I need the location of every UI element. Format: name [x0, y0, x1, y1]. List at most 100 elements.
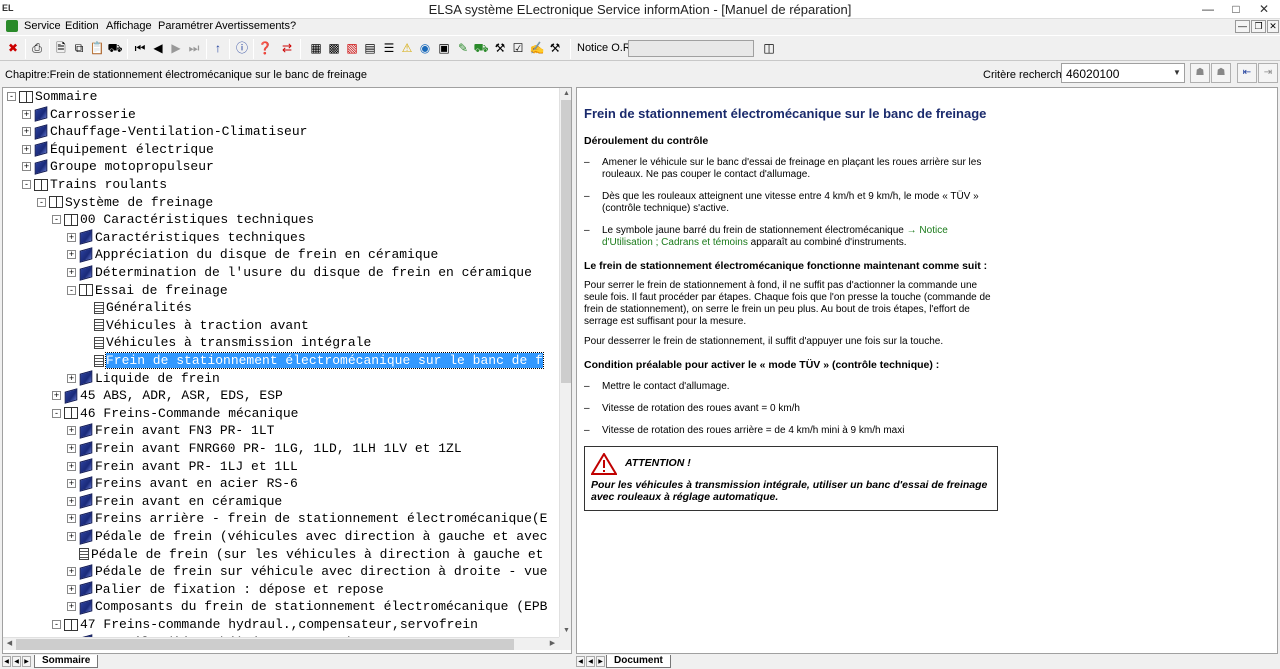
search-prev-icon[interactable]: ☗: [1190, 63, 1210, 83]
expand-icon[interactable]: +: [67, 496, 76, 506]
scroll-up-icon[interactable]: ▲: [560, 88, 571, 100]
tree-node[interactable]: - Sommaire: [7, 88, 97, 105]
collapse-icon[interactable]: -: [52, 215, 61, 225]
maximize-icon[interactable]: □: [1222, 0, 1250, 19]
tree-node[interactable]: + Frein avant en céramique: [67, 493, 282, 510]
expand-icon[interactable]: +: [22, 127, 31, 137]
expand-icon[interactable]: +: [67, 461, 76, 471]
help-icon[interactable]: ❓: [256, 39, 274, 57]
expand-icon[interactable]: +: [22, 162, 31, 172]
collapse-icon[interactable]: -: [7, 92, 16, 102]
expand-icon[interactable]: +: [67, 479, 76, 489]
tab-next-icon[interactable]: ▶: [596, 656, 605, 667]
tree-node[interactable]: - Essai de freinage: [67, 282, 228, 299]
tree-node[interactable]: + Caractéristiques techniques: [67, 229, 306, 246]
tree-node[interactable]: Véhicules à traction avant: [82, 317, 309, 334]
tab-first-icon[interactable]: ◀: [2, 656, 11, 667]
tree-node[interactable]: - Trains roulants: [22, 176, 167, 193]
menu-edition[interactable]: Edition: [65, 20, 99, 32]
expand-icon[interactable]: +: [67, 232, 76, 242]
tab-prev-icon[interactable]: ◀: [586, 656, 595, 667]
expand-icon[interactable]: +: [67, 514, 76, 524]
parts-icon[interactable]: ▩: [325, 39, 343, 57]
tree-node[interactable]: + Pédale de frein sur véhicule avec direc…: [67, 563, 547, 580]
scroll-down-icon[interactable]: ▼: [560, 625, 571, 637]
previous-page-icon[interactable]: ◀: [149, 39, 167, 57]
menu-parametrer[interactable]: Paramétrer: [158, 20, 213, 32]
minimize-icon[interactable]: —: [1194, 0, 1222, 19]
expand-icon[interactable]: +: [67, 584, 76, 594]
expand-icon[interactable]: +: [67, 567, 76, 577]
mdi-close-icon[interactable]: ✕: [1267, 20, 1279, 33]
copy-icon[interactable]: ⧉: [70, 39, 88, 57]
scroll-left-icon[interactable]: ◀: [3, 638, 16, 650]
list-icon[interactable]: ☰: [380, 39, 398, 57]
expand-icon[interactable]: +: [67, 373, 76, 383]
manual-icon[interactable]: ▦: [307, 39, 325, 57]
tree-node[interactable]: - Système de freinage: [37, 194, 213, 211]
book-icon[interactable]: ▧: [343, 39, 361, 57]
scroll-right-icon[interactable]: ▶: [546, 638, 559, 650]
mdi-minimize-icon[interactable]: —: [1235, 20, 1250, 33]
catalog-icon[interactable]: ▤: [361, 39, 379, 57]
search-next-icon[interactable]: ☗: [1211, 63, 1231, 83]
exit-icon[interactable]: ✖: [4, 39, 22, 57]
expand-icon[interactable]: +: [67, 250, 76, 260]
menu-affichage[interactable]: Affichage: [106, 20, 152, 32]
notice-lookup-icon[interactable]: ◫: [760, 39, 778, 57]
expand-icon[interactable]: +: [67, 426, 76, 436]
service-icon[interactable]: ✎: [454, 39, 472, 57]
tree-node[interactable]: + Palier de fixation : dépose et repose: [67, 581, 384, 598]
vehicle-icon[interactable]: ⛟: [472, 39, 490, 57]
mdi-restore-icon[interactable]: ❐: [1251, 20, 1266, 33]
tree-node[interactable]: + Pédale de frein (véhicules avec directi…: [67, 528, 547, 545]
tree-node[interactable]: + Freins arrière - frein de stationnement…: [67, 510, 547, 527]
diagnosis-icon[interactable]: ⚒: [491, 39, 509, 57]
tree-node[interactable]: + Frein avant FNRG60 PR- 1LG, 1LD, 1LH 1L…: [67, 440, 462, 457]
first-page-icon[interactable]: ⏮: [131, 39, 149, 57]
tab-prev-icon[interactable]: ◀: [12, 656, 21, 667]
notice-or-input[interactable]: [628, 40, 754, 57]
menu-help[interactable]: ?: [290, 20, 296, 32]
scroll-thumb[interactable]: [561, 100, 571, 383]
tab-document[interactable]: Document: [606, 655, 671, 668]
switch-icon[interactable]: ⇄: [278, 39, 296, 57]
menu-avertissements[interactable]: Avertissements: [215, 20, 290, 32]
tab-next-icon[interactable]: ▶: [22, 656, 31, 667]
expand-icon[interactable]: +: [67, 268, 76, 278]
up-level-icon[interactable]: ↑: [209, 39, 227, 57]
expand-icon[interactable]: +: [22, 144, 31, 154]
tree-node[interactable]: + Frein avant FN3 PR- 1LT: [67, 422, 274, 439]
expand-icon[interactable]: +: [52, 391, 61, 401]
tree-node[interactable]: - 00 Caractéristiques techniques: [52, 211, 314, 228]
tree-node[interactable]: + Composants du frein de stationnement él…: [67, 598, 547, 615]
document-icon[interactable]: ▣: [435, 39, 453, 57]
last-page-icon[interactable]: ⏭: [185, 39, 203, 57]
expand-icon[interactable]: +: [67, 532, 76, 542]
checklist-icon[interactable]: ☑: [509, 39, 527, 57]
tree-node[interactable]: - 46 Freins-Commande mécanique: [52, 405, 298, 422]
expand-icon[interactable]: +: [22, 109, 31, 119]
close-icon[interactable]: ✕: [1250, 0, 1278, 19]
next-page-icon[interactable]: ▶: [167, 39, 185, 57]
tree-node[interactable]: + Frein avant PR- 1LJ et 1LL: [67, 458, 298, 475]
tree-node[interactable]: - 47 Freins-commande hydraul.,compensateu…: [52, 616, 478, 633]
tools-icon[interactable]: ⚒: [546, 39, 564, 57]
paste-icon[interactable]: 📋: [88, 39, 106, 57]
tree-node[interactable]: + Détermination de l'usure du disque de f…: [67, 264, 532, 281]
collapse-icon[interactable]: -: [52, 620, 61, 630]
tree-node[interactable]: + Chauffage-Ventilation-Climatiseur: [22, 123, 307, 140]
tree-node[interactable]: Pédale de frein (sur les véhicules à dir…: [67, 546, 543, 563]
tree-node[interactable]: + Équipement électrique: [22, 141, 214, 158]
print-icon[interactable]: ⎙: [28, 39, 46, 57]
tree-node[interactable]: Généralités: [82, 299, 192, 316]
tree-node[interactable]: +45 ABS, ADR, ASR, EDS, ESP: [52, 387, 283, 404]
sync-right-icon[interactable]: ⇥: [1258, 63, 1278, 83]
collapse-icon[interactable]: -: [37, 197, 46, 207]
warning-icon[interactable]: ⚠: [398, 39, 416, 57]
tab-first-icon[interactable]: ◀: [576, 656, 585, 667]
scroll-thumb[interactable]: [16, 639, 514, 650]
tree-node[interactable]: + Liquide de frein: [67, 370, 220, 387]
tree-vertical-scrollbar[interactable]: ▲ ▼: [559, 88, 571, 637]
tree-node[interactable]: Véhicules à transmission intégrale: [82, 334, 371, 351]
